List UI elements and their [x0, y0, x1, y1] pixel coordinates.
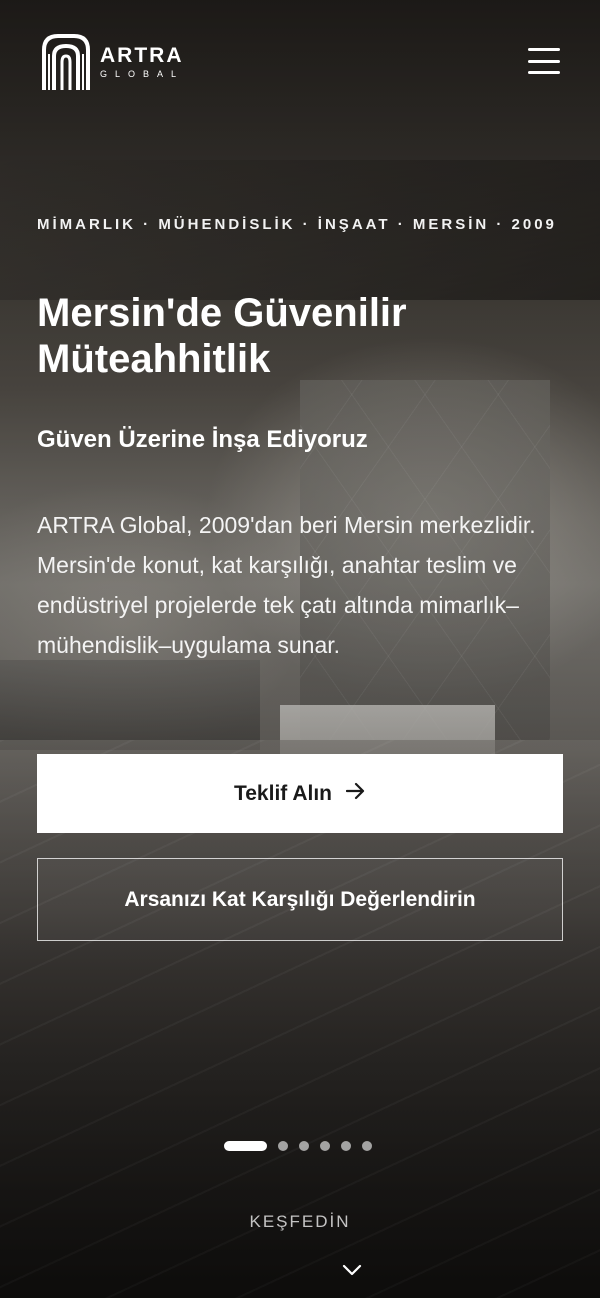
hero-description: ARTRA Global, 2009'dan beri Mersin merke… [37, 512, 536, 658]
explore-label: KEŞFEDİN [249, 1212, 351, 1231]
chevron-down-icon[interactable] [342, 1263, 362, 1277]
slider-dot-1[interactable] [224, 1141, 267, 1151]
get-quote-label: Teklif Alın [233, 781, 332, 805]
slider-dot-5[interactable] [341, 1141, 351, 1151]
site-header: ARTRA GLOBAL [0, 0, 600, 120]
evaluate-land-label: Arsanızı Kat Karşılığı Değerlendirin [124, 887, 476, 911]
evaluate-land-button[interactable]: Arsanızı Kat Karşılığı Değerlendirin [37, 858, 563, 941]
slider-dot-3[interactable] [299, 1141, 309, 1151]
slider-dot-6[interactable] [362, 1141, 372, 1151]
get-quote-button[interactable]: Teklif Alın [37, 754, 563, 833]
slider-dot-2[interactable] [278, 1141, 288, 1151]
building-logo-icon [42, 34, 90, 90]
arrow-right-icon [345, 782, 366, 806]
hamburger-menu-icon[interactable] [528, 48, 560, 74]
slider-dot-4[interactable] [320, 1141, 330, 1151]
hero-title: Mersin'de Güvenilir Müteahhitlik [37, 291, 407, 381]
brand-logo[interactable]: ARTRA GLOBAL [40, 32, 190, 92]
hero-kicker: MİMARLIK · MÜHENDİSLİK · İNŞAAT · MERSİN… [37, 216, 557, 233]
hero-subtitle: Güven Üzerine İnşa Ediyoruz [37, 426, 368, 453]
logo-name: ARTRA [100, 44, 184, 67]
logo-subtitle: GLOBAL [100, 69, 185, 79]
slider-pagination [224, 1141, 383, 1151]
